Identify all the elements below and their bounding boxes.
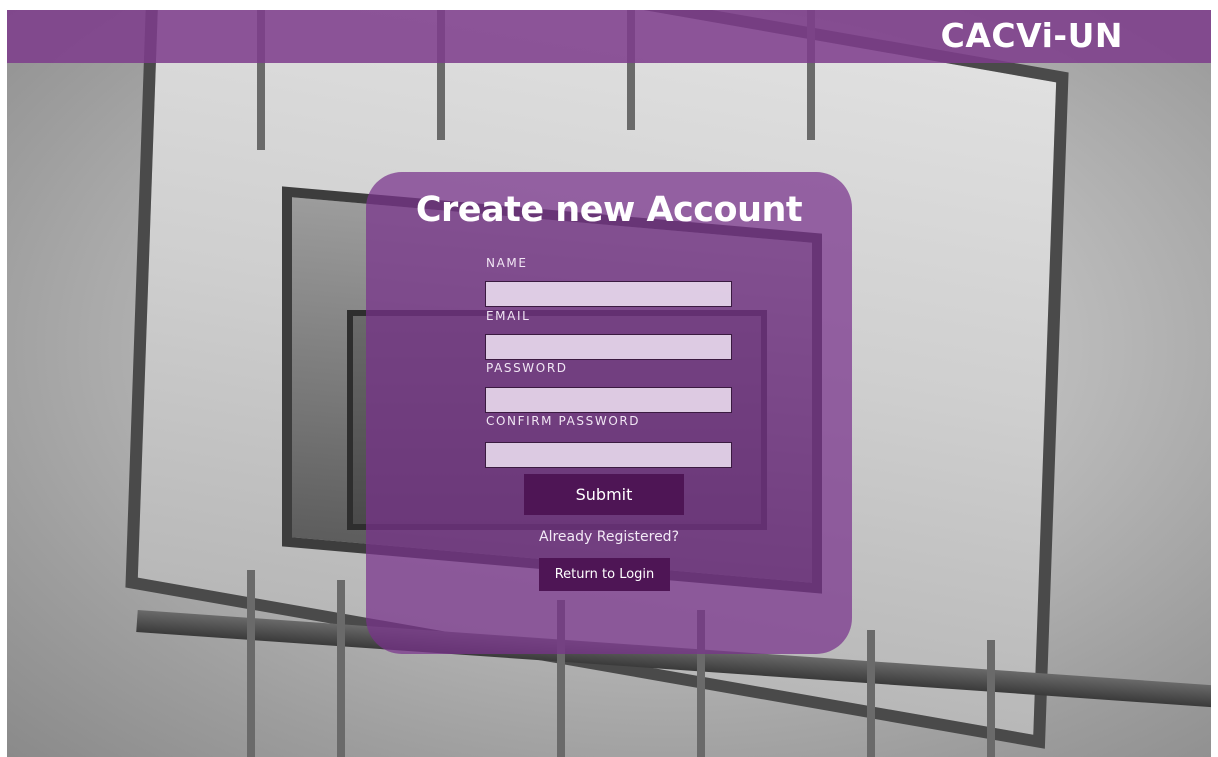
submit-button[interactable]: Submit <box>524 474 684 515</box>
password-field[interactable] <box>485 387 732 413</box>
confirm-password-label: CONFIRM PASSWORD <box>486 414 641 428</box>
confirm-password-field[interactable] <box>485 442 732 468</box>
rail-post <box>247 570 255 757</box>
rail-post <box>867 630 875 757</box>
rail-post <box>987 640 995 757</box>
brand-logo: CACVi-UN <box>940 16 1123 55</box>
return-to-login-button[interactable]: Return to Login <box>539 558 670 591</box>
name-field[interactable] <box>485 281 732 307</box>
page-title: Create new Account <box>415 190 803 230</box>
already-registered-text: Already Registered? <box>539 529 679 545</box>
email-label: EMAIL <box>486 309 531 323</box>
register-card: Create new Account NAME EMAIL PASSWORD C… <box>366 172 852 654</box>
page-frame: CACVi-UN Create new Account NAME EMAIL P… <box>7 10 1211 757</box>
email-field[interactable] <box>485 334 732 360</box>
password-label: PASSWORD <box>486 361 568 375</box>
rail-post <box>337 580 345 757</box>
name-label: NAME <box>486 256 528 270</box>
header-bar: CACVi-UN <box>7 10 1211 63</box>
